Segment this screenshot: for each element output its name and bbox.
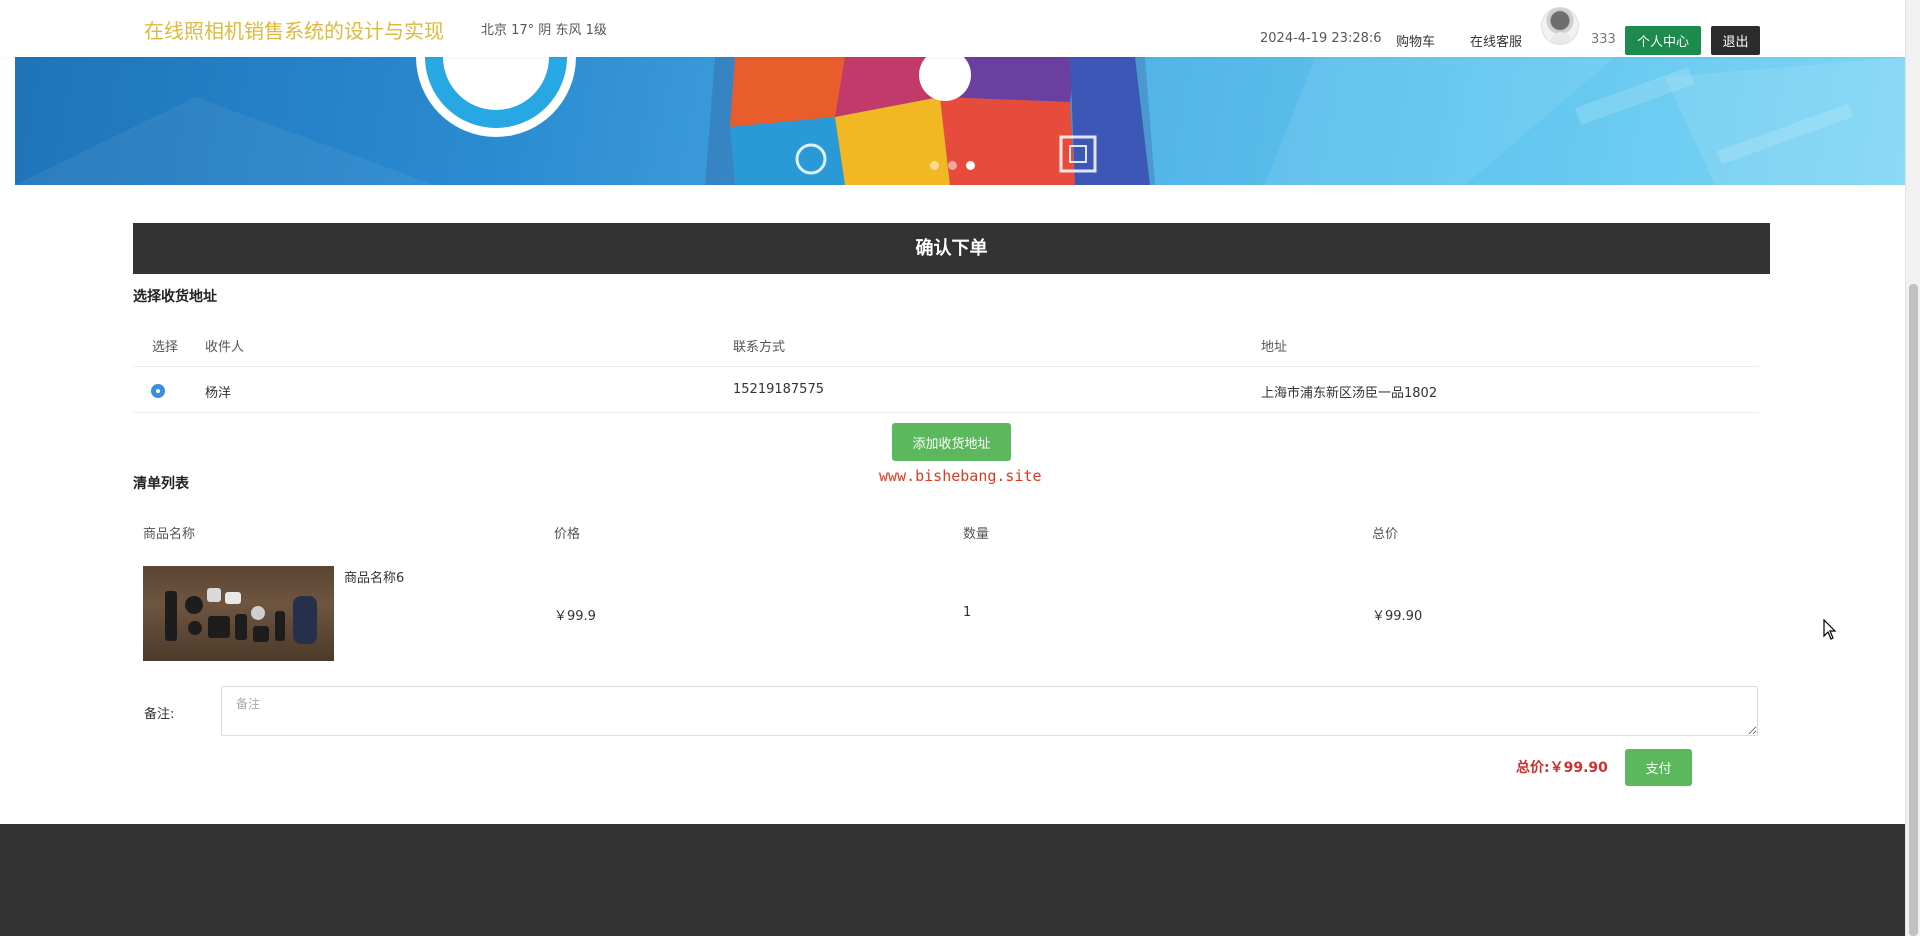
product-quantity: 1 [963,605,972,620]
product-name[interactable]: 商品名称6 [344,567,404,586]
column-header-total: 总价 [1372,527,1399,542]
add-address-button[interactable]: 添加收货地址 [892,423,1011,461]
table-row: 商品名称6 ￥99.9 1 ￥99.90 [133,556,1759,670]
column-header-phone: 联系方式 [733,340,786,355]
vertical-scrollbar[interactable] [1905,0,1920,936]
top-header: 在线照相机销售系统的设计与实现 北京 17° 阴 东风 1级 2024-4-19… [0,0,1905,57]
product-image[interactable] [143,566,334,661]
logout-button[interactable]: 退出 [1711,26,1760,55]
address-table-header: 选择 收件人 联系方式 地址 [133,322,1759,367]
product-price: ￥99.9 [554,609,596,624]
column-header-quantity: 数量 [963,527,990,542]
order-list-section-title: 清单列表 [133,476,189,492]
scrollbar-thumb[interactable] [1909,284,1918,936]
product-total: ￥99.90 [1372,609,1423,624]
table-row[interactable]: 杨洋 15219187575 上海市浦东新区汤臣一品1802 [133,367,1759,413]
remark-textarea[interactable] [221,686,1758,736]
address-section-title: 选择收货地址 [133,289,217,305]
nav-service-link[interactable]: 在线客服 [1470,31,1522,50]
user-avatar[interactable] [1541,7,1579,45]
nav-cart-link[interactable]: 购物车 [1396,31,1435,50]
banner-image [15,57,1905,185]
page-footer [0,824,1905,936]
watermark-text: www.bishebang.site [879,467,1042,485]
confirm-order-heading: 确认下单 [133,223,1770,274]
column-header-select: 选择 [152,340,179,355]
recipient-phone: 15219187575 [733,382,824,397]
personal-center-button[interactable]: 个人中心 [1625,26,1701,55]
carousel-dot-1[interactable] [930,161,939,170]
mouse-cursor-icon [1823,619,1837,640]
column-header-address: 地址 [1261,340,1288,355]
carousel-dot-3[interactable] [966,161,975,170]
recipient-address: 上海市浦东新区汤臣一品1802 [1261,386,1438,401]
address-radio[interactable] [151,384,165,398]
remark-label: 备注: [144,707,175,722]
order-total: 总价:￥99.90 [1516,760,1608,776]
column-header-price: 价格 [554,527,581,542]
column-header-product-name: 商品名称 [143,527,196,542]
recipient-name: 杨洋 [205,386,232,401]
pay-button[interactable]: 支付 [1625,749,1692,786]
column-header-recipient: 收件人 [205,340,245,355]
username-label: 333 [1591,32,1616,47]
banner-carousel[interactable] [15,57,1905,185]
weather-info: 北京 17° 阴 东风 1级 [481,23,607,38]
site-title[interactable]: 在线照相机销售系统的设计与实现 [144,15,444,44]
current-datetime: 2024-4-19 23:28:6 [1260,31,1382,46]
carousel-dot-2[interactable] [948,161,957,170]
